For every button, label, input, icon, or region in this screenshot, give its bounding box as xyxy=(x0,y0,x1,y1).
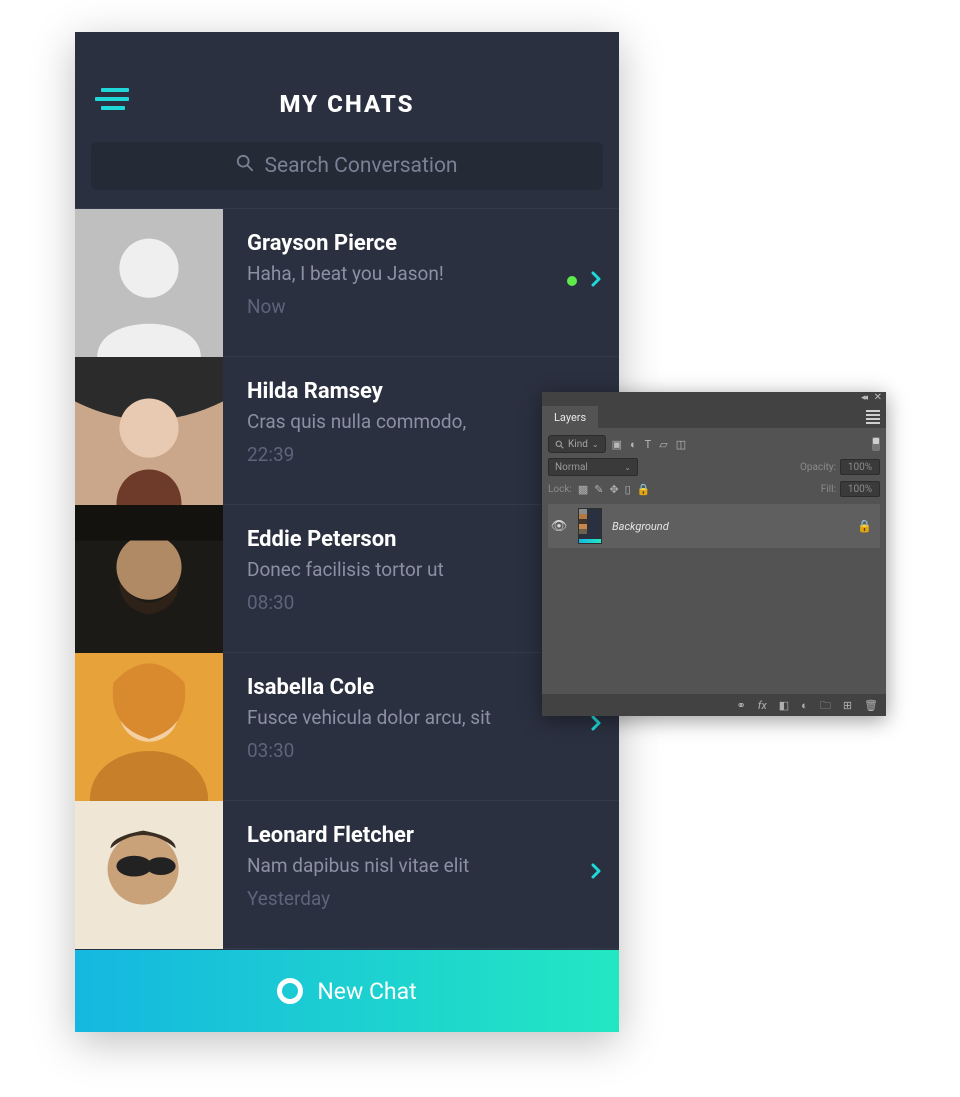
chat-header: MY CHATS xyxy=(75,32,619,136)
new-group-icon[interactable]: 🗀 xyxy=(820,700,831,711)
panel-menu-icon[interactable] xyxy=(866,410,880,424)
chat-preview: Nam dapibus nisl vitae elit xyxy=(247,854,599,877)
panel-footer: ⚭ fx ◧ ◐ 🗀 ⊞ 🗑 xyxy=(542,694,886,716)
lock-row: Lock: ▩ ✎ ✥ ▯ 🔒 Fill: 100% xyxy=(548,478,880,500)
new-chat-label: New Chat xyxy=(317,978,416,1005)
chevron-down-icon: ⌄ xyxy=(624,463,631,472)
chevron-down-icon: ⌄ xyxy=(592,440,599,449)
chevron-right-icon[interactable] xyxy=(591,863,601,883)
page-title: MY CHATS xyxy=(75,90,619,118)
filter-toggle[interactable] xyxy=(872,437,880,451)
layer-name[interactable]: Background xyxy=(612,520,669,533)
chat-actions xyxy=(591,715,601,735)
avatar xyxy=(75,357,223,505)
lock-artboard-icon[interactable]: ▯ xyxy=(625,484,631,495)
chat-meta: Leonard Fletcher Nam dapibus nisl vitae … xyxy=(223,801,619,948)
chat-app: MY CHATS Search Conversation Grayson Pie… xyxy=(75,32,619,1032)
chat-row[interactable]: Grayson Pierce Haha, I beat you Jason! N… xyxy=(75,209,619,357)
avatar xyxy=(75,801,223,949)
search-icon xyxy=(236,154,254,178)
chat-meta: Grayson Pierce Haha, I beat you Jason! N… xyxy=(223,209,619,356)
panel-body: Kind ⌄ ▣ ◐ T ▱ ◫ Normal ⌄ Opacity: 100% xyxy=(542,428,886,694)
blend-value: Normal xyxy=(555,462,588,473)
lock-brush-icon[interactable]: ✎ xyxy=(594,484,603,495)
close-icon[interactable]: ✕ xyxy=(874,392,882,403)
layer-thumbnail xyxy=(578,508,602,544)
chat-row[interactable]: Isabella Cole Fusce vehicula dolor arcu,… xyxy=(75,653,619,801)
fill-label: Fill: xyxy=(821,484,836,495)
lock-transparent-icon[interactable]: ▩ xyxy=(578,484,588,495)
blend-mode-dropdown[interactable]: Normal ⌄ xyxy=(548,458,638,476)
kind-label: Kind xyxy=(568,439,588,450)
collapse-icon[interactable]: ◂◂ xyxy=(861,393,866,403)
chat-row[interactable]: Leonard Fletcher Nam dapibus nisl vitae … xyxy=(75,801,619,949)
delete-layer-icon[interactable]: 🗑 xyxy=(864,700,878,711)
panel-tabs: Layers xyxy=(542,406,886,428)
layer-style-icon[interactable]: fx xyxy=(758,700,767,711)
chat-time: 03:30 xyxy=(247,739,599,762)
opacity-input[interactable]: 100% xyxy=(840,459,880,475)
layer-lock-icon[interactable]: 🔒 xyxy=(857,519,872,533)
search-input[interactable]: Search Conversation xyxy=(91,142,603,190)
opacity-label: Opacity: xyxy=(800,462,836,473)
filter-shape-icon[interactable]: ▱ xyxy=(659,439,667,450)
chat-row[interactable]: Hilda Ramsey Cras quis nulla commodo, 22… xyxy=(75,357,619,505)
layer-row[interactable]: 👁 Background 🔒 xyxy=(548,504,880,548)
new-layer-icon[interactable]: ⊞ xyxy=(843,700,852,711)
new-chat-button[interactable]: New Chat xyxy=(75,950,619,1032)
online-indicator-icon xyxy=(567,276,577,286)
search-placeholder: Search Conversation xyxy=(264,154,457,178)
kind-filter-dropdown[interactable]: Kind ⌄ xyxy=(548,435,606,453)
filter-adjustment-icon[interactable]: ◐ xyxy=(630,439,637,450)
tab-layers[interactable]: Layers xyxy=(542,406,598,428)
chat-row[interactable]: Eddie Peterson Donec facilisis tortor ut… xyxy=(75,505,619,653)
chat-actions xyxy=(567,271,601,291)
fill-input[interactable]: 100% xyxy=(840,481,880,497)
avatar xyxy=(75,653,223,801)
filter-type-icon[interactable]: T xyxy=(645,439,652,450)
lock-position-icon[interactable]: ✥ xyxy=(609,484,618,495)
layers-panel: ◂◂ ✕ Layers Kind ⌄ ▣ ◐ T ▱ ◫ Normal ⌄ xyxy=(542,392,886,716)
chat-preview: Haha, I beat you Jason! xyxy=(247,262,599,285)
avatar xyxy=(75,505,223,653)
adjustment-layer-icon[interactable]: ◐ xyxy=(801,700,808,711)
filter-smartobject-icon[interactable]: ◫ xyxy=(676,439,686,450)
panel-titlebar[interactable]: ◂◂ ✕ xyxy=(542,392,886,406)
lock-label: Lock: xyxy=(548,484,572,495)
chat-time: Yesterday xyxy=(247,887,599,910)
chat-name: Leonard Fletcher xyxy=(247,823,599,848)
chevron-right-icon[interactable] xyxy=(591,271,601,291)
filter-icons: ▣ ◐ T ▱ ◫ xyxy=(612,439,687,450)
lock-all-icon[interactable]: 🔒 xyxy=(637,484,651,495)
chevron-right-icon[interactable] xyxy=(591,715,601,735)
chat-time: Now xyxy=(247,295,599,318)
visibility-toggle-icon[interactable]: 👁 xyxy=(550,519,568,534)
filter-pixel-icon[interactable]: ▣ xyxy=(612,439,622,450)
chat-actions xyxy=(591,863,601,883)
chat-list: Grayson Pierce Haha, I beat you Jason! N… xyxy=(75,208,619,949)
chat-bubble-icon xyxy=(277,978,303,1004)
chat-name: Grayson Pierce xyxy=(247,231,599,256)
layer-mask-icon[interactable]: ◧ xyxy=(779,700,789,711)
avatar xyxy=(75,209,223,357)
blend-row: Normal ⌄ Opacity: 100% xyxy=(548,456,880,478)
filter-row: Kind ⌄ ▣ ◐ T ▱ ◫ xyxy=(548,432,880,456)
link-layers-icon[interactable]: ⚭ xyxy=(737,700,746,711)
